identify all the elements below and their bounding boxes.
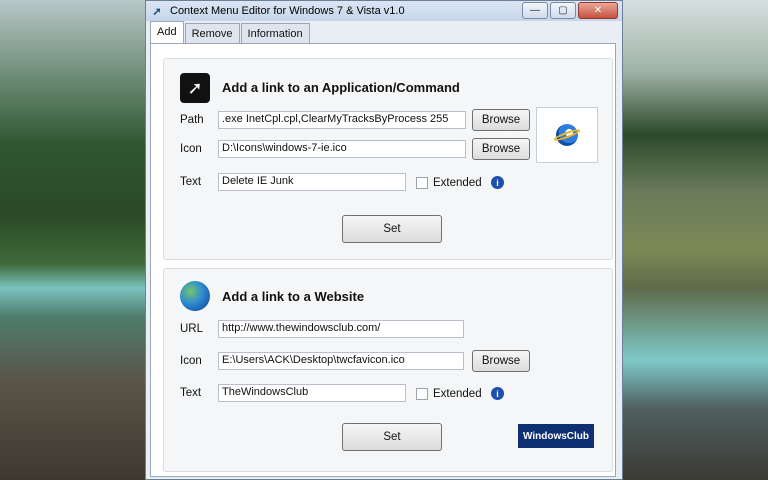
title-bar[interactable]: ➚ Context Menu Editor for Windows 7 & Vi… [146,1,622,21]
tab-add[interactable]: Add [150,21,184,44]
wallpaper-left-scene [0,0,145,480]
application-link-group: ➚ Add a link to an Application/Command P… [163,58,613,260]
website-info-icon[interactable]: i [491,387,504,400]
extended-checkbox[interactable] [416,177,428,189]
website-section-title: Add a link to a Website [222,289,365,304]
website-text-input[interactable]: TheWindowsClub [218,384,406,402]
website-extended-label: Extended [433,388,482,400]
path-input[interactable]: .exe InetCpl.cpl,ClearMyTracksByProcess … [218,111,466,129]
website-link-group: Add a link to a Website URL http://www.t… [163,268,613,472]
extended-label: Extended [433,177,482,189]
text-label: Text [180,176,202,188]
shortcut-arrow-icon: ➚ [180,73,210,103]
url-input[interactable]: http://www.thewindowsclub.com/ [218,320,464,338]
globe-icon [180,281,210,311]
add-tab-panel: ➚ Add a link to an Application/Command P… [150,43,616,477]
path-browse-button[interactable]: Browse [472,109,530,131]
application-section-title: Add a link to an Application/Command [222,80,460,95]
window-title: Context Menu Editor for Windows 7 & Vist… [170,5,405,17]
website-extended-checkbox[interactable] [416,388,428,400]
window-controls: — ▢ ✕ [522,2,618,19]
website-icon-label: Icon [180,355,202,367]
set-button[interactable]: Set [342,215,442,243]
tab-information[interactable]: Information [240,23,310,44]
website-icon-browse-button[interactable]: Browse [472,350,530,372]
path-label: Path [180,114,204,126]
tab-remove[interactable]: Remove [184,23,240,44]
context-menu-editor-window: ➚ Context Menu Editor for Windows 7 & Vi… [145,0,623,480]
info-icon[interactable]: i [491,176,504,189]
maximize-button[interactable]: ▢ [550,2,576,19]
website-text-label: Text [180,387,202,399]
icon-path-input[interactable]: D:\Icons\windows-7-ie.ico [218,140,466,158]
icon-preview [536,107,598,163]
website-set-button[interactable]: Set [342,423,442,451]
tab-strip: Add Remove Information [150,21,310,44]
windowsclub-logo: WindowsClub [518,424,594,448]
app-icon: ➚ [152,5,162,18]
icon-label: Icon [180,143,202,155]
url-label: URL [180,323,204,335]
website-icon-input[interactable]: E:\Users\ACK\Desktop\twcfavicon.ico [218,352,464,370]
icon-browse-button[interactable]: Browse [472,138,530,160]
minimize-button[interactable]: — [522,2,548,19]
internet-explorer-icon [556,124,578,146]
close-button[interactable]: ✕ [578,2,618,19]
text-input[interactable]: Delete IE Junk [218,173,406,191]
wallpaper-right-scene [623,0,768,480]
